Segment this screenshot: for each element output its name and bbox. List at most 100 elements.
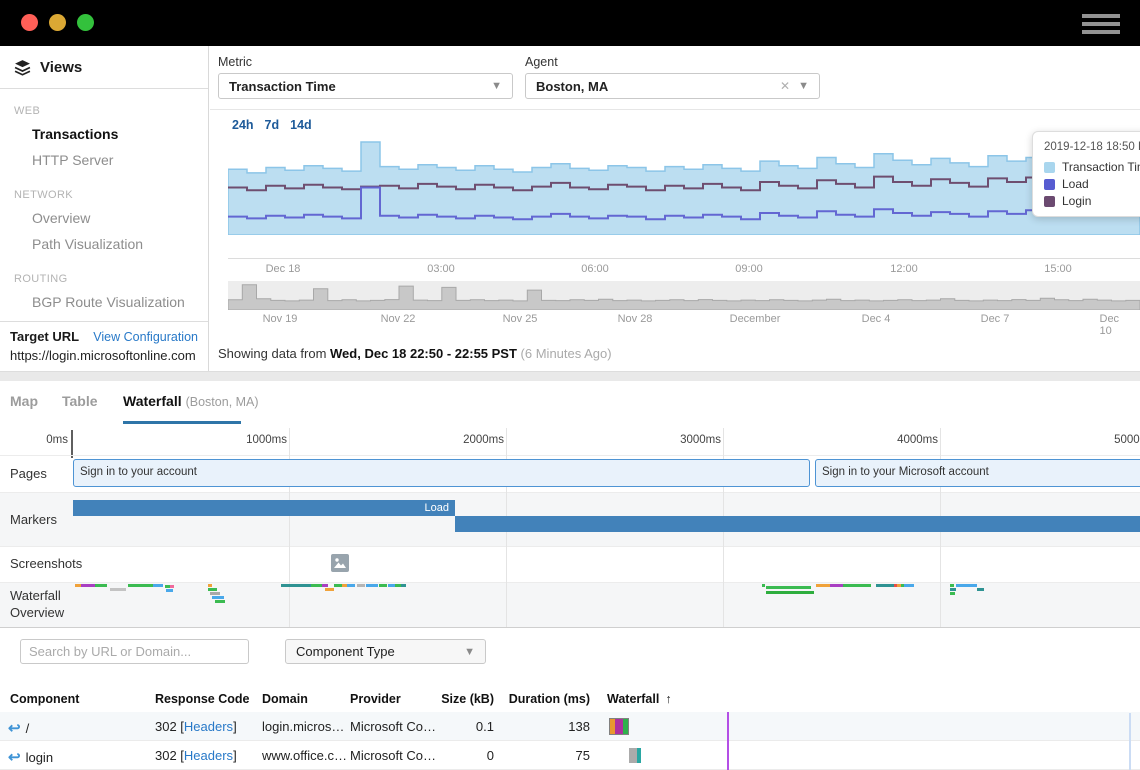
brush-tick: Nov 28 <box>618 313 653 325</box>
metric-label: Metric <box>218 55 252 69</box>
overview-mini-bar <box>977 588 984 591</box>
search-input[interactable] <box>20 639 249 664</box>
tab-map[interactable]: Map <box>10 393 38 409</box>
brush-tick: Nov 25 <box>503 313 538 325</box>
col-header-waterfall[interactable]: Waterfall↑ <box>607 692 672 706</box>
overview-mini-bar <box>956 584 977 587</box>
tab-suffix: (Boston, MA) <box>186 395 259 409</box>
transaction-time-chart[interactable] <box>228 140 1140 235</box>
markers-row-label: Markers <box>10 512 57 527</box>
col-header-component[interactable]: Component <box>10 692 79 706</box>
menu-icon[interactable] <box>1082 14 1120 33</box>
status-ago: (6 Minutes Ago) <box>517 346 612 361</box>
component-cell: ↩/ <box>8 719 29 737</box>
overview-mini-bar <box>110 588 126 591</box>
overview-mini-bar <box>210 592 220 595</box>
page-bar[interactable]: Sign in to your account <box>73 459 810 487</box>
x-axis-line <box>228 258 1140 259</box>
sidebar-item-bgp-route-visualization[interactable]: BGP Route Visualization <box>0 289 208 315</box>
sidebar-item-http-server[interactable]: HTTP Server <box>0 147 208 173</box>
row-waterfall-bar[interactable] <box>610 719 628 734</box>
table-right-edge-line <box>1129 713 1131 770</box>
overview-mini-bar <box>357 584 365 587</box>
component-cell: ↩login <box>8 748 53 766</box>
timerange-24h[interactable]: 24h <box>232 118 254 132</box>
agent-value: Boston, MA <box>536 79 780 94</box>
target-url-value: https://login.microsoftonline.com <box>10 348 198 363</box>
waterfall-gridline <box>289 428 290 628</box>
overview-mini-bar <box>95 584 107 587</box>
domain-cell: login.micros… <box>262 719 344 734</box>
table-row[interactable]: ↩login302 [Headers]www.office.c…Microsof… <box>0 741 1140 770</box>
chevron-down-icon: ▼ <box>491 80 502 92</box>
brush-tick: Nov 19 <box>263 313 298 325</box>
waterfall-zero-marker <box>71 430 73 458</box>
x-tick: 06:00 <box>581 263 609 275</box>
timerange-7d[interactable]: 7d <box>265 118 280 132</box>
x-tick: 03:00 <box>427 263 455 275</box>
marker-bar[interactable] <box>455 516 1140 532</box>
sort-ascending-icon: ↑ <box>665 692 671 706</box>
waterfall-overview-label-line2: Overview <box>10 605 64 620</box>
legend-swatch <box>1044 179 1055 190</box>
sidebar-item-transactions[interactable]: Transactions <box>0 121 208 147</box>
sidebar-item-overview[interactable]: Overview <box>0 205 208 231</box>
overview-mini-bar <box>830 584 843 587</box>
overview-mini-bar <box>208 584 212 587</box>
section-divider <box>0 371 1140 381</box>
row-waterfall-bar[interactable] <box>629 748 641 763</box>
overview-mini-bar <box>904 584 914 587</box>
legend-label: Login <box>1062 194 1091 208</box>
timerange-14d[interactable]: 14d <box>290 118 312 132</box>
headers-link[interactable]: Headers <box>184 719 233 734</box>
col-header-size-kb-[interactable]: Size (kB) <box>414 692 494 706</box>
agent-select[interactable]: Boston, MA ✕ ▼ <box>525 73 820 99</box>
scale-label-2000ms: 2000ms <box>434 434 504 446</box>
status-timewindow: Wed, Dec 18 22:50 - 22:55 PST <box>330 346 517 361</box>
tab-waterfall[interactable]: Waterfall(Boston, MA) <box>123 393 259 409</box>
brush-tick: Nov 22 <box>381 313 416 325</box>
col-header-duration-ms-[interactable]: Duration (ms) <box>490 692 590 706</box>
pages-row-label: Pages <box>10 466 47 481</box>
legend-timestamp: 2019-12-18 18:50 PST <box>1044 141 1140 153</box>
col-header-response-code[interactable]: Response Code <box>155 692 249 706</box>
x-tick: 12:00 <box>890 263 918 275</box>
overview-mini-bar <box>334 584 342 587</box>
chevron-down-icon: ▼ <box>798 80 809 92</box>
legend-item-load: Load <box>1044 177 1140 191</box>
marker-bar-load[interactable]: Load <box>73 500 455 516</box>
tab-table[interactable]: Table <box>62 393 98 409</box>
scale-label-0ms: 0ms <box>0 434 68 446</box>
legend-swatch <box>1044 196 1055 207</box>
metric-select[interactable]: Transaction Time ▼ <box>218 73 513 99</box>
window-titlebar <box>0 0 1140 46</box>
view-configuration-link[interactable]: View Configuration <box>93 330 198 344</box>
chevron-down-icon: ▼ <box>464 646 475 658</box>
sidebar-nav: WEBTransactionsHTTP ServerNETWORKOvervie… <box>0 105 208 315</box>
close-window-icon[interactable] <box>21 14 38 31</box>
screenshot-thumbnail-icon[interactable] <box>331 554 349 572</box>
response-code-cell: 302 [Headers] <box>155 719 237 734</box>
overview-brush[interactable] <box>228 281 1140 310</box>
headers-link[interactable]: Headers <box>184 748 233 763</box>
overview-mini-bar <box>950 592 955 595</box>
zoom-window-icon[interactable] <box>77 14 94 31</box>
page-bar[interactable]: Sign in to your Microsoft account <box>815 459 1140 487</box>
overview-mini-bar <box>128 584 153 587</box>
nav-section-label-routing: ROUTING <box>14 273 208 285</box>
metric-value: Transaction Time <box>229 79 491 94</box>
sidebar-item-path-visualization[interactable]: Path Visualization <box>0 231 208 257</box>
table-row[interactable]: ↩/302 [Headers]login.micros…Microsoft Co… <box>0 712 1140 741</box>
timerange-links: 24h 7d 14d <box>232 118 312 132</box>
overview-mini-bar <box>311 584 322 587</box>
nav-section-label-network: NETWORK <box>14 189 208 201</box>
clear-agent-icon[interactable]: ✕ <box>780 79 790 93</box>
col-header-provider[interactable]: Provider <box>350 692 401 706</box>
sidebar-header: Views <box>0 46 208 89</box>
col-header-domain[interactable]: Domain <box>262 692 308 706</box>
x-tick: Dec 18 <box>266 263 301 275</box>
minimize-window-icon[interactable] <box>49 14 66 31</box>
component-type-select[interactable]: Component Type ▼ <box>285 639 486 664</box>
domain-cell: www.office.c… <box>262 748 347 763</box>
overview-mini-bar <box>322 584 328 587</box>
